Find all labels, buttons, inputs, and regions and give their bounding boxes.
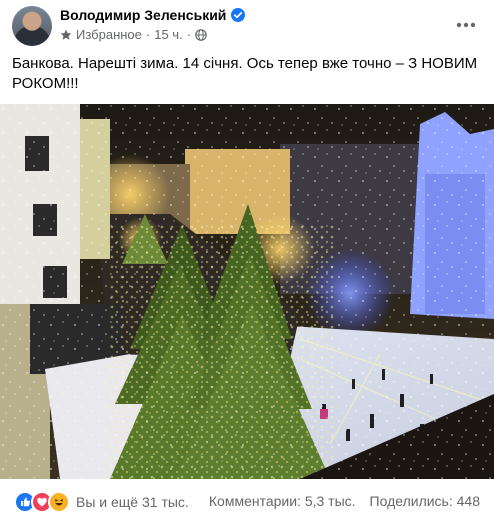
- more-icon: [456, 15, 476, 33]
- post-text: Банкова. Нарешті зима. 14 січня. Ось теп…: [12, 55, 478, 92]
- post-stats: Комментарии: 5,3 тыс. Поделились: 448: [209, 493, 480, 509]
- more-options-button[interactable]: [454, 14, 478, 34]
- post-time[interactable]: 15 ч.: [154, 27, 182, 42]
- separator-dot: ·: [145, 27, 151, 42]
- post-footer: Вы и ещё 31 тыс. Комментарии: 5,3 тыс. П…: [0, 482, 494, 520]
- globe-icon[interactable]: [195, 28, 207, 41]
- favorites-label[interactable]: Избранное: [76, 27, 142, 42]
- star-icon: [60, 29, 72, 41]
- author-name[interactable]: Володимир Зеленський: [60, 7, 226, 23]
- post-meta: Избранное · 15 ч. ·: [60, 27, 207, 42]
- reactions-summary[interactable]: Вы и ещё 31 тыс.: [14, 491, 189, 513]
- separator-dot: ·: [186, 27, 192, 42]
- post-photo[interactable]: [0, 104, 494, 479]
- reactions-count[interactable]: Вы и ещё 31 тыс.: [76, 494, 189, 510]
- post-header: Володимир Зеленський Избранное · 15 ч. ·: [0, 0, 494, 50]
- comments-count[interactable]: Комментарии: 5,3 тыс.: [209, 493, 356, 509]
- author-row: Володимир Зеленський: [60, 7, 246, 23]
- author-avatar[interactable]: [12, 6, 52, 46]
- verified-icon: [231, 8, 246, 22]
- shares-count[interactable]: Поделились: 448: [370, 493, 480, 509]
- haha-icon: [48, 491, 70, 513]
